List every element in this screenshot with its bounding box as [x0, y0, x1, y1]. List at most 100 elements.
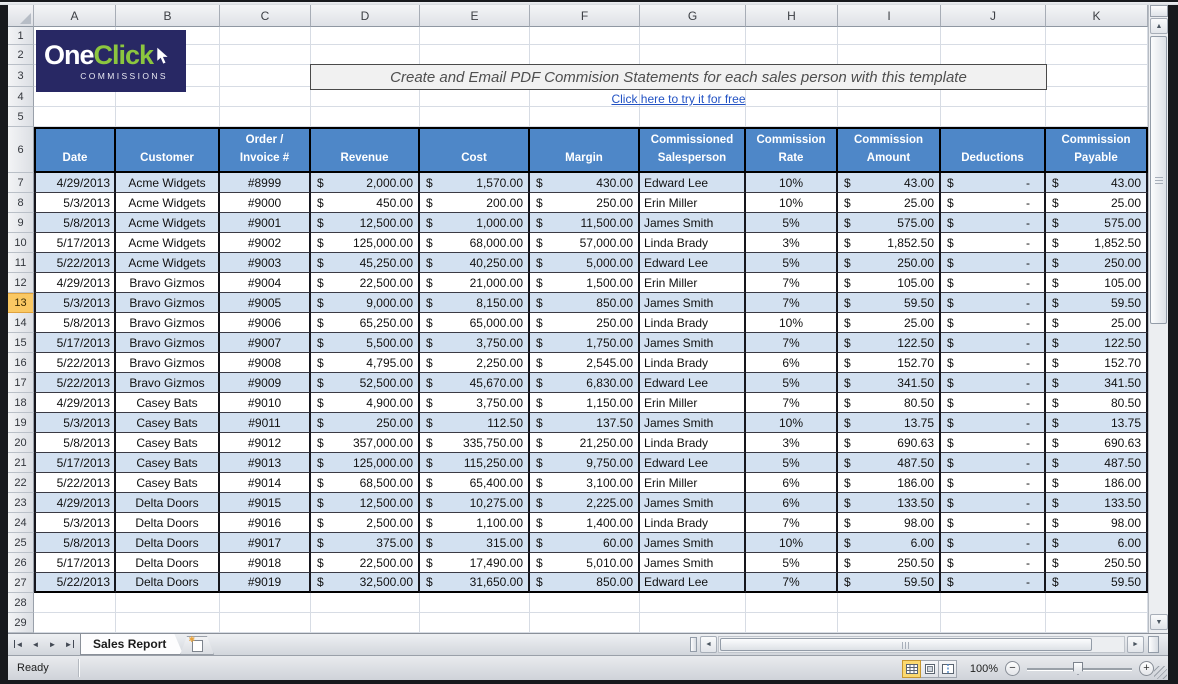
- cell-J12[interactable]: $-: [941, 273, 1046, 293]
- cell-K15[interactable]: $122.50: [1046, 333, 1148, 353]
- normal-view-button[interactable]: [902, 660, 921, 678]
- zoom-slider[interactable]: [1027, 661, 1132, 676]
- row-header-15[interactable]: 15: [8, 333, 34, 353]
- cell-H10[interactable]: 3%: [746, 233, 838, 253]
- cell-E11[interactable]: $40,250.00: [420, 253, 530, 273]
- cell-H23[interactable]: 6%: [746, 493, 838, 513]
- cell-K25[interactable]: $6.00: [1046, 533, 1148, 553]
- cell-D2[interactable]: [311, 45, 420, 65]
- cell-A24[interactable]: 5/3/2013: [34, 513, 116, 533]
- cell-D10[interactable]: $125,000.00: [311, 233, 420, 253]
- cell-K29[interactable]: [1046, 613, 1148, 633]
- cell-G10[interactable]: Linda Brady: [640, 233, 746, 253]
- cell-G15[interactable]: James Smith: [640, 333, 746, 353]
- horizontal-split-handle[interactable]: [1148, 636, 1159, 653]
- cell-B16[interactable]: Bravo Gizmos: [116, 353, 220, 373]
- cell-K24[interactable]: $98.00: [1046, 513, 1148, 533]
- cell-F23[interactable]: $2,225.00: [530, 493, 640, 513]
- last-sheet-button[interactable]: ►: [62, 636, 77, 652]
- cell-I24[interactable]: $98.00: [838, 513, 941, 533]
- cell-K6[interactable]: Commission Payable: [1046, 127, 1148, 173]
- cell-G14[interactable]: Linda Brady: [640, 313, 746, 333]
- cell-A26[interactable]: 5/17/2013: [34, 553, 116, 573]
- cell-C6[interactable]: Order / Invoice #: [220, 127, 311, 173]
- column-header-K[interactable]: K: [1046, 5, 1148, 27]
- row-header-3[interactable]: 3: [8, 65, 34, 87]
- cell-D28[interactable]: [311, 593, 420, 613]
- cell-C25[interactable]: #9017: [220, 533, 311, 553]
- column-header-J[interactable]: J: [941, 5, 1046, 27]
- cell-G6[interactable]: Commissioned Salesperson: [640, 127, 746, 173]
- cell-J6[interactable]: Deductions: [941, 127, 1046, 173]
- cell-H16[interactable]: 6%: [746, 353, 838, 373]
- cell-C13[interactable]: #9005: [220, 293, 311, 313]
- cell-H14[interactable]: 10%: [746, 313, 838, 333]
- previous-sheet-button[interactable]: ◄: [28, 636, 43, 652]
- cell-K4[interactable]: [1046, 87, 1148, 107]
- cell-B26[interactable]: Delta Doors: [116, 553, 220, 573]
- cell-E21[interactable]: $115,250.00: [420, 453, 530, 473]
- cell-G2[interactable]: [640, 45, 746, 65]
- zoom-out-button[interactable]: −: [1005, 661, 1020, 676]
- cell-H26[interactable]: 5%: [746, 553, 838, 573]
- cell-H1[interactable]: [746, 27, 838, 45]
- zoom-slider-thumb[interactable]: [1073, 662, 1083, 675]
- cell-I23[interactable]: $133.50: [838, 493, 941, 513]
- cell-H19[interactable]: 10%: [746, 413, 838, 433]
- cell-D7[interactable]: $2,000.00: [311, 173, 420, 193]
- cell-C19[interactable]: #9011: [220, 413, 311, 433]
- cell-G18[interactable]: Erin Miller: [640, 393, 746, 413]
- cell-C5[interactable]: [220, 107, 311, 127]
- cell-G9[interactable]: James Smith: [640, 213, 746, 233]
- cell-B7[interactable]: Acme Widgets: [116, 173, 220, 193]
- row-header-14[interactable]: 14: [8, 313, 34, 333]
- cell-E19[interactable]: $112.50: [420, 413, 530, 433]
- cell-K11[interactable]: $250.00: [1046, 253, 1148, 273]
- cell-K20[interactable]: $690.63: [1046, 433, 1148, 453]
- cell-J1[interactable]: [941, 27, 1046, 45]
- cell-D24[interactable]: $2,500.00: [311, 513, 420, 533]
- cell-C14[interactable]: #9006: [220, 313, 311, 333]
- cell-D22[interactable]: $68,500.00: [311, 473, 420, 493]
- cell-J27[interactable]: $-: [941, 573, 1046, 593]
- cell-F11[interactable]: $5,000.00: [530, 253, 640, 273]
- cell-D13[interactable]: $9,000.00: [311, 293, 420, 313]
- cell-B24[interactable]: Delta Doors: [116, 513, 220, 533]
- cell-B18[interactable]: Casey Bats: [116, 393, 220, 413]
- cell-G29[interactable]: [640, 613, 746, 633]
- cell-J20[interactable]: $-: [941, 433, 1046, 453]
- cell-E7[interactable]: $1,570.00: [420, 173, 530, 193]
- cell-H17[interactable]: 5%: [746, 373, 838, 393]
- cell-F7[interactable]: $430.00: [530, 173, 640, 193]
- cell-H29[interactable]: [746, 613, 838, 633]
- cell-C28[interactable]: [220, 593, 311, 613]
- column-header-F[interactable]: F: [530, 5, 640, 27]
- cell-B12[interactable]: Bravo Gizmos: [116, 273, 220, 293]
- cell-A21[interactable]: 5/17/2013: [34, 453, 116, 473]
- cell-G7[interactable]: Edward Lee: [640, 173, 746, 193]
- cell-B9[interactable]: Acme Widgets: [116, 213, 220, 233]
- cell-E8[interactable]: $200.00: [420, 193, 530, 213]
- cell-K7[interactable]: $43.00: [1046, 173, 1148, 193]
- cell-B10[interactable]: Acme Widgets: [116, 233, 220, 253]
- cell-A23[interactable]: 4/29/2013: [34, 493, 116, 513]
- column-header-C[interactable]: C: [220, 5, 311, 27]
- cell-I17[interactable]: $341.50: [838, 373, 941, 393]
- cell-B19[interactable]: Casey Bats: [116, 413, 220, 433]
- cell-G13[interactable]: James Smith: [640, 293, 746, 313]
- cell-I14[interactable]: $25.00: [838, 313, 941, 333]
- cell-K13[interactable]: $59.50: [1046, 293, 1148, 313]
- cell-K19[interactable]: $13.75: [1046, 413, 1148, 433]
- cell-J22[interactable]: $-: [941, 473, 1046, 493]
- cell-I15[interactable]: $122.50: [838, 333, 941, 353]
- column-header-A[interactable]: A: [34, 5, 116, 27]
- cell-B20[interactable]: Casey Bats: [116, 433, 220, 453]
- cell-C29[interactable]: [220, 613, 311, 633]
- cell-K1[interactable]: [1046, 27, 1148, 45]
- cell-H5[interactable]: [746, 107, 838, 127]
- cell-F19[interactable]: $137.50: [530, 413, 640, 433]
- select-all-corner[interactable]: [8, 5, 34, 27]
- cell-E13[interactable]: $8,150.00: [420, 293, 530, 313]
- cell-F12[interactable]: $1,500.00: [530, 273, 640, 293]
- row-header-21[interactable]: 21: [8, 453, 34, 473]
